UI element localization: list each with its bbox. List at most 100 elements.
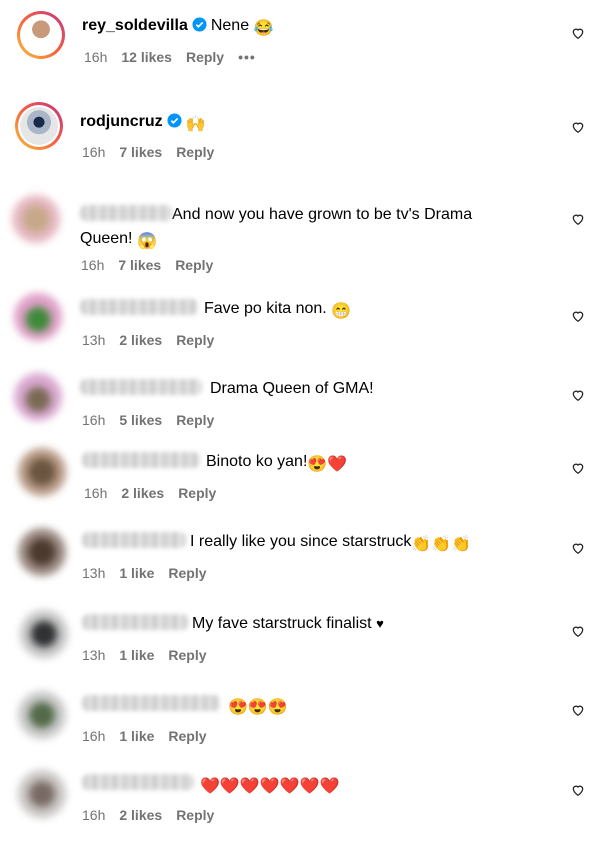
heart-outline-icon[interactable] xyxy=(571,783,585,797)
avatar[interactable] xyxy=(20,610,68,658)
comment-text: And now you have grown to be tv's Drama xyxy=(172,206,473,223)
timestamp[interactable]: 13h xyxy=(82,565,105,581)
comment-meta: 16h 1 like Reply xyxy=(82,727,221,745)
reply-button[interactable]: Reply xyxy=(176,332,214,348)
reply-button[interactable]: Reply xyxy=(168,647,206,663)
username[interactable]: rodjuncruz xyxy=(80,113,163,130)
comment-item: Fave po kita non. 😁 13h 2 likes Reply xyxy=(0,285,600,360)
avatar[interactable] xyxy=(18,528,66,576)
heart-outline-icon[interactable] xyxy=(571,541,585,555)
comment-item: ❤️❤️❤️❤️❤️❤️❤️ 16h 2 likes Reply xyxy=(0,764,600,847)
avatar[interactable] xyxy=(14,373,62,421)
heart-outline-icon[interactable] xyxy=(571,388,585,402)
heart-outline-icon[interactable] xyxy=(571,309,585,323)
comment-item: rey_soldevilla Nene 😂 16h 12 likes Reply ••• xyxy=(0,0,600,80)
comment-text: Nene xyxy=(210,17,250,34)
avatar[interactable] xyxy=(18,691,66,739)
reply-button[interactable]: Reply xyxy=(176,144,214,160)
likes-count[interactable]: 2 likes xyxy=(121,485,164,501)
avatar[interactable] xyxy=(18,448,66,496)
avatar[interactable] xyxy=(17,11,65,59)
likes-count[interactable]: 7 likes xyxy=(118,257,161,273)
avatar[interactable] xyxy=(15,102,63,150)
comment-item: rodjuncruz 🙌 16h 7 likes Reply xyxy=(0,100,600,180)
reply-button[interactable]: Reply xyxy=(186,49,224,65)
reply-button[interactable]: Reply xyxy=(176,807,214,823)
comment-meta: 16h 2 likes Reply xyxy=(84,484,230,502)
emoji: 👏👏👏 xyxy=(411,536,472,553)
avatar[interactable] xyxy=(18,770,66,818)
reply-button[interactable]: Reply xyxy=(175,257,213,273)
username-blurred[interactable] xyxy=(82,774,194,790)
heart-outline-icon[interactable] xyxy=(571,26,585,40)
likes-count[interactable]: 12 likes xyxy=(121,49,172,65)
comment-meta: 16h 12 likes Reply ••• xyxy=(84,48,270,66)
heart-outline-icon[interactable] xyxy=(571,624,585,638)
comment-item: Binoto ko yan!😍❤️ 16h 2 likes Reply xyxy=(0,440,600,515)
avatar[interactable] xyxy=(14,293,62,341)
comment-item: And now you have grown to be tv's Drama … xyxy=(0,190,600,280)
comment-item: My fave starstruck finalist ♥ 13h 1 like R… xyxy=(0,602,600,682)
comment-item: I really like you since starstruck👏👏👏 13… xyxy=(0,520,600,600)
emoji: ❤️❤️❤️❤️❤️❤️❤️ xyxy=(200,778,340,795)
heart-outline-icon[interactable] xyxy=(571,703,585,717)
username-blurred[interactable] xyxy=(82,532,186,548)
timestamp[interactable]: 16h xyxy=(81,257,104,273)
heart-outline-icon[interactable] xyxy=(571,120,585,134)
verified-badge-icon xyxy=(167,113,182,128)
heart-emoji: ♥ xyxy=(376,616,384,631)
reply-button[interactable]: Reply xyxy=(168,565,206,581)
comment-text-cont: Queen! xyxy=(80,230,133,247)
timestamp[interactable]: 16h xyxy=(82,807,105,823)
reply-button[interactable]: Reply xyxy=(168,728,206,744)
timestamp[interactable]: 16h xyxy=(84,485,107,501)
comment-meta: 13h 1 like Reply xyxy=(82,564,221,582)
username-blurred[interactable] xyxy=(80,299,198,315)
timestamp[interactable]: 16h xyxy=(82,412,105,428)
username-blurred[interactable] xyxy=(82,695,220,711)
emoji: 😂 xyxy=(253,20,274,37)
emoji: 😱 xyxy=(136,233,157,250)
comment-text: My fave starstruck finalist xyxy=(192,615,372,632)
username[interactable]: rey_soldevilla xyxy=(82,17,188,34)
heart-outline-icon[interactable] xyxy=(571,212,585,226)
likes-count[interactable]: 1 like xyxy=(119,647,154,663)
comment-text: Fave po kita non. xyxy=(204,300,327,317)
reply-button[interactable]: Reply xyxy=(176,412,214,428)
likes-count[interactable]: 1 like xyxy=(119,565,154,581)
timestamp[interactable]: 16h xyxy=(82,728,105,744)
emoji: 😁 xyxy=(331,303,352,320)
likes-count[interactable]: 1 like xyxy=(119,728,154,744)
heart-outline-icon[interactable] xyxy=(571,461,585,475)
timestamp[interactable]: 13h xyxy=(82,332,105,348)
comment-text: Binoto ko yan! xyxy=(206,453,308,470)
timestamp[interactable]: 16h xyxy=(82,144,105,160)
comment-text: Drama Queen of GMA! xyxy=(210,380,374,397)
timestamp[interactable]: 13h xyxy=(82,647,105,663)
comment-meta: 13h 2 likes Reply xyxy=(82,331,228,349)
timestamp[interactable]: 16h xyxy=(84,49,107,65)
more-options-icon[interactable]: ••• xyxy=(238,49,256,65)
username-blurred[interactable] xyxy=(82,452,200,468)
comment-meta: 13h 1 like Reply xyxy=(82,646,221,664)
comment-text: I really like you since starstruck xyxy=(190,533,412,550)
emoji: 😍❤️ xyxy=(307,456,348,473)
emoji: 😍😍😍 xyxy=(228,699,288,716)
comment-meta: 16h 7 likes Reply xyxy=(81,256,227,274)
avatar[interactable] xyxy=(12,195,60,243)
likes-count[interactable]: 5 likes xyxy=(119,412,162,428)
likes-count[interactable]: 2 likes xyxy=(119,332,162,348)
reply-button[interactable]: Reply xyxy=(178,485,216,501)
likes-count[interactable]: 2 likes xyxy=(119,807,162,823)
username-blurred[interactable] xyxy=(80,379,202,395)
comment-meta: 16h 5 likes Reply xyxy=(82,411,228,429)
comment-meta: 16h 2 likes Reply xyxy=(82,806,228,824)
likes-count[interactable]: 7 likes xyxy=(119,144,162,160)
comment-item: Drama Queen of GMA! 16h 5 likes Reply xyxy=(0,365,600,440)
username-blurred[interactable] xyxy=(80,205,172,221)
verified-badge-icon xyxy=(192,17,207,32)
comment-item: 😍😍😍 16h 1 like Reply xyxy=(0,683,600,763)
emoji: 🙌 xyxy=(185,116,206,133)
username-blurred[interactable] xyxy=(82,614,188,630)
comment-meta: 16h 7 likes Reply xyxy=(82,143,228,161)
